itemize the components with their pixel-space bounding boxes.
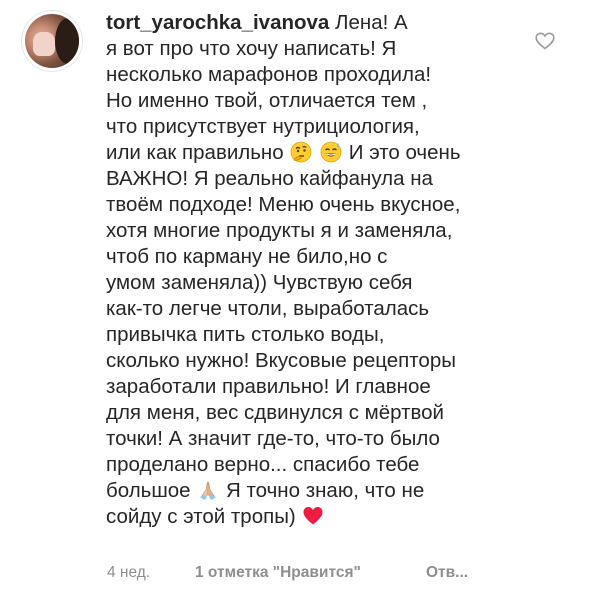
folded-hands-emoji xyxy=(200,481,217,500)
comment-line: заработали правильно! И главное xyxy=(106,375,431,398)
like-heart-icon[interactable] xyxy=(535,32,555,50)
comment-text-fragment: И это очень xyxy=(348,141,461,164)
username[interactable]: tort_yarochka_ivanova xyxy=(106,11,329,34)
comment-line: большое Я точно знаю, что не xyxy=(106,478,518,504)
comment-line: хотя многие продукты я и заменяла, xyxy=(106,219,453,242)
comment-text-fragment: Я точно знаю, что не xyxy=(226,479,425,502)
comment-line: сойду с этой тропы) xyxy=(106,504,518,530)
comment-line: несколько марафонов проходила! xyxy=(106,63,432,86)
comment-text-fragment: сойду с этой тропы) xyxy=(106,505,296,528)
comment-line: что присутствует нутрициология, xyxy=(106,115,420,138)
comment-line: точки! А значит где-то, что-то было xyxy=(106,427,440,450)
grinning-face-with-sweat-emoji xyxy=(320,141,342,163)
comment: tort_yarochka_ivanova Лена! А я вот про … xyxy=(0,0,590,605)
avatar-photo xyxy=(25,14,79,68)
comment-line: tort_yarochka_ivanova Лена! А xyxy=(106,10,518,36)
comment-line: твоём подходе! Меню очень вкусное, xyxy=(106,193,461,216)
comment-text-fragment: Лена! А xyxy=(335,11,408,34)
comment-line: для меня, вес сдвинулся с мёртвой xyxy=(106,401,445,424)
comment-line: привычка пить столько воды, xyxy=(106,323,385,346)
reply-button[interactable]: Отв... xyxy=(426,564,468,582)
comment-time[interactable]: 4 нед. xyxy=(107,564,150,582)
comment-line: сколько нужно! Вкусовые рецепторы xyxy=(106,349,456,372)
avatar[interactable] xyxy=(22,11,82,71)
thinking-face-emoji xyxy=(290,141,312,163)
comment-line: умом заменяла)) Чувствую себя xyxy=(106,271,413,294)
comment-line: Но именно твой, отличается тем , xyxy=(106,89,428,112)
comment-line: как-то легче чтоли, выработалась xyxy=(106,297,430,320)
comment-line: проделано верно... спасибо тебе xyxy=(106,453,420,476)
likes-count-button[interactable]: 1 отметка "Нравится" xyxy=(195,564,361,582)
comment-text: tort_yarochka_ivanova Лена! А я вот про … xyxy=(106,10,518,530)
comment-line: я вот про что хочу написать! Я xyxy=(106,37,397,60)
comment-text-fragment: или как правильно xyxy=(106,141,284,164)
comment-line: ВАЖНО! Я реально кайфанула на xyxy=(106,167,433,190)
comment-text-fragment: большое xyxy=(106,479,191,502)
red-heart-emoji xyxy=(303,507,323,525)
comment-line: или как правильно И это очень xyxy=(106,140,518,166)
comment-line: чтоб по карману не било,но с xyxy=(106,245,388,268)
